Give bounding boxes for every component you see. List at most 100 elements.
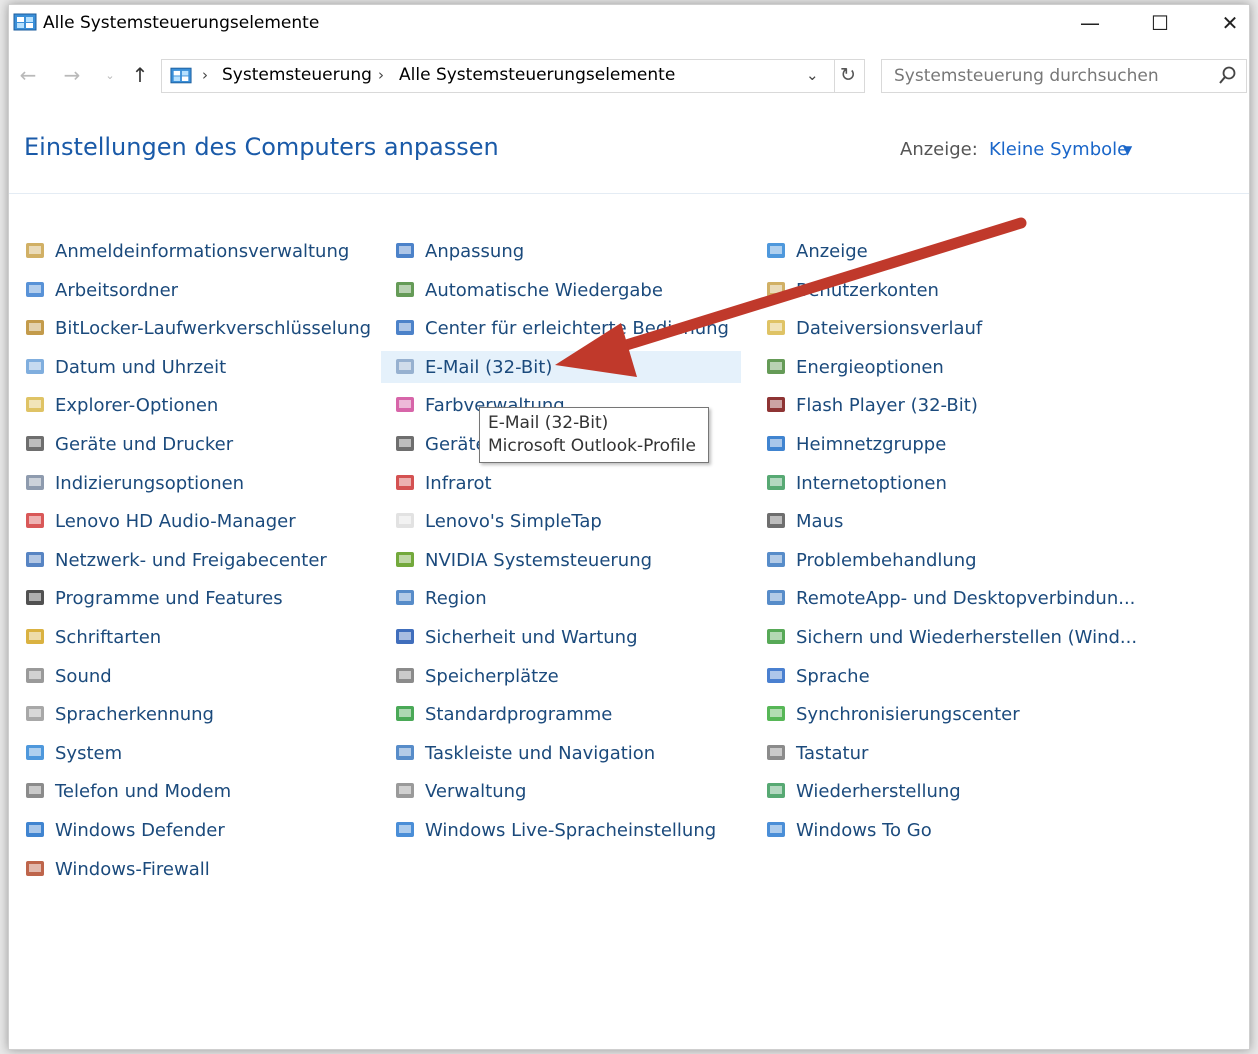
item-label: System [55, 742, 123, 764]
control-panel-item[interactable]: Indizierungsoptionen [11, 467, 371, 499]
breadcrumb-separator[interactable]: › [378, 66, 384, 84]
search-icon[interactable] [1218, 66, 1236, 86]
control-panel-item[interactable]: E-Mail (32-Bit) [381, 351, 741, 383]
control-panel-item[interactable]: Schriftarten [11, 621, 371, 653]
control-panel-item[interactable]: Lenovo's SimpleTap [381, 505, 741, 537]
control-panel-item[interactable]: Synchronisierungscenter [752, 698, 1132, 730]
control-panel-item[interactable]: Programme und Features [11, 582, 371, 614]
control-panel-item[interactable]: Lenovo HD Audio-Manager [11, 505, 371, 537]
tooltip-text: Microsoft Outlook-Profile [488, 436, 696, 456]
item-label: Telefon und Modem [55, 780, 232, 802]
control-panel-item[interactable]: Sound [11, 660, 371, 692]
back-button[interactable]: ← [13, 61, 43, 89]
control-panel-item[interactable]: Telefon und Modem [11, 775, 371, 807]
breadcrumb-current[interactable]: Alle Systemsteuerungselemente [399, 65, 675, 85]
breadcrumb-separator[interactable]: › [202, 66, 208, 84]
control-panel-icon [170, 67, 192, 84]
item-label: Lenovo's SimpleTap [425, 510, 602, 532]
control-panel-item[interactable]: Arbeitsordner [11, 274, 371, 306]
control-panel-item[interactable]: Taskleiste und Navigation [381, 737, 741, 769]
item-label: Schriftarten [55, 626, 162, 648]
item-label: Anmeldeinformationsverwaltung [55, 240, 350, 262]
control-panel-item[interactable]: Maus [752, 505, 1132, 537]
control-panel-item[interactable]: Problembehandlung [752, 544, 1132, 576]
taskbar-icon [393, 741, 417, 765]
control-panel-item[interactable]: Netzwerk- und Freigabecenter [11, 544, 371, 576]
credential-vault-icon [23, 239, 47, 263]
control-panel-item[interactable]: Explorer-Optionen [11, 389, 371, 421]
search-box[interactable] [881, 59, 1247, 93]
control-panel-item[interactable]: Internetoptionen [752, 467, 1132, 499]
control-panel-item[interactable]: System [11, 737, 371, 769]
control-panel-item[interactable]: Windows To Go [752, 814, 1132, 846]
device-manager-icon [393, 432, 417, 456]
address-dropdown-icon[interactable]: ⌄ [806, 66, 819, 84]
remoteapp-icon [764, 586, 788, 610]
control-panel-item[interactable]: Datum und Uhrzeit [11, 351, 371, 383]
address-bar[interactable]: › Systemsteuerung › Alle Systemsteuerung… [161, 59, 865, 93]
autoplay-icon [393, 278, 417, 302]
control-panel-item[interactable]: Region [381, 582, 741, 614]
close-button[interactable]: ✕ [1207, 5, 1253, 41]
up-button[interactable]: ↑ [125, 61, 155, 89]
control-panel-item[interactable]: Dateiversionsverlauf [752, 312, 1132, 344]
caret-down-icon[interactable]: ▼ [1123, 143, 1132, 157]
personalization-icon [393, 239, 417, 263]
item-label: Anpassung [425, 240, 525, 262]
control-panel-item[interactable]: Tastatur [752, 737, 1132, 769]
item-label: Infrarot [425, 472, 492, 494]
control-panel-item[interactable]: Sichern und Wiederherstellen (Wind... [752, 621, 1137, 653]
minimize-button[interactable]: — [1067, 5, 1113, 41]
control-panel-item[interactable]: Standardprogramme [381, 698, 741, 730]
control-panel-item[interactable]: RemoteApp- und Desktopverbindun... [752, 582, 1136, 614]
control-panel-item[interactable]: BitLocker-Laufwerkverschlüsselung [11, 312, 371, 344]
control-panel-item[interactable]: Windows Defender [11, 814, 371, 846]
recent-locations-button[interactable]: ⌄ [95, 61, 125, 89]
control-panel-item[interactable]: Center für erleichterte Bedienung [381, 312, 741, 344]
control-panel-item[interactable]: Anmeldeinformationsverwaltung [11, 235, 371, 267]
control-panel-item[interactable]: NVIDIA Systemsteuerung [381, 544, 741, 576]
view-label: Anzeige: [900, 139, 978, 160]
item-label: Windows Defender [55, 819, 225, 841]
control-panel-item[interactable]: Anpassung [381, 235, 741, 267]
navigation-bar: ← → ⌄ ↑ › Systemsteuerung › Alle Systems… [9, 53, 1249, 95]
control-panel-item[interactable]: Energieoptionen [752, 351, 1132, 383]
item-label: BitLocker-Laufwerkverschlüsselung [55, 317, 372, 339]
item-label: Indizierungsoptionen [55, 472, 245, 494]
breadcrumb-systemsteuerung[interactable]: Systemsteuerung [222, 65, 372, 85]
control-panel-item[interactable]: Automatische Wiedergabe [381, 274, 741, 306]
refresh-icon[interactable]: ↻ [840, 64, 856, 86]
control-panel-item[interactable]: Benutzerkonten [752, 274, 1132, 306]
control-panel-window: Alle Systemsteuerungselemente — ☐ ✕ ← → … [8, 4, 1250, 1050]
title-bar: Alle Systemsteuerungselemente — ☐ ✕ [9, 5, 1249, 41]
item-label: Sprache [796, 665, 870, 687]
control-panel-item[interactable]: Wiederherstellung [752, 775, 1132, 807]
view-mode-dropdown[interactable]: Kleine Symbole [989, 139, 1128, 160]
control-panel-item[interactable]: Sprache [752, 660, 1132, 692]
maximize-button[interactable]: ☐ [1137, 5, 1183, 41]
control-panel-item[interactable]: Spracherkennung [11, 698, 371, 730]
language-icon [764, 664, 788, 688]
item-label: Explorer-Optionen [55, 394, 219, 416]
forward-button[interactable]: → [57, 61, 87, 89]
control-panel-item[interactable]: Sicherheit und Wartung [381, 621, 741, 653]
item-label: Tastatur [796, 742, 869, 764]
sound-icon [23, 664, 47, 688]
control-panel-item[interactable]: Anzeige [752, 235, 1132, 267]
search-input[interactable] [882, 60, 1202, 92]
item-label: Maus [796, 510, 844, 532]
control-panel-item[interactable]: Heimnetzgruppe [752, 428, 1132, 460]
control-panel-item[interactable]: Flash Player (32-Bit) [752, 389, 1132, 421]
item-label: Problembehandlung [796, 549, 977, 571]
control-panel-item[interactable]: Geräte und Drucker [11, 428, 371, 460]
control-panel-item[interactable]: Windows Live-Spracheinstellung [381, 814, 741, 846]
item-label: RemoteApp- und Desktopverbindun... [796, 587, 1136, 609]
chevron-down-icon: ⌄ [105, 68, 115, 82]
indexing-icon [23, 471, 47, 495]
control-panel-item[interactable]: Infrarot [381, 467, 741, 499]
item-label: Taskleiste und Navigation [425, 742, 656, 764]
control-panel-item[interactable]: Verwaltung [381, 775, 741, 807]
control-panel-item[interactable]: Speicherplätze [381, 660, 741, 692]
item-label: Automatische Wiedergabe [425, 279, 663, 301]
control-panel-item[interactable]: Windows-Firewall [11, 853, 371, 885]
